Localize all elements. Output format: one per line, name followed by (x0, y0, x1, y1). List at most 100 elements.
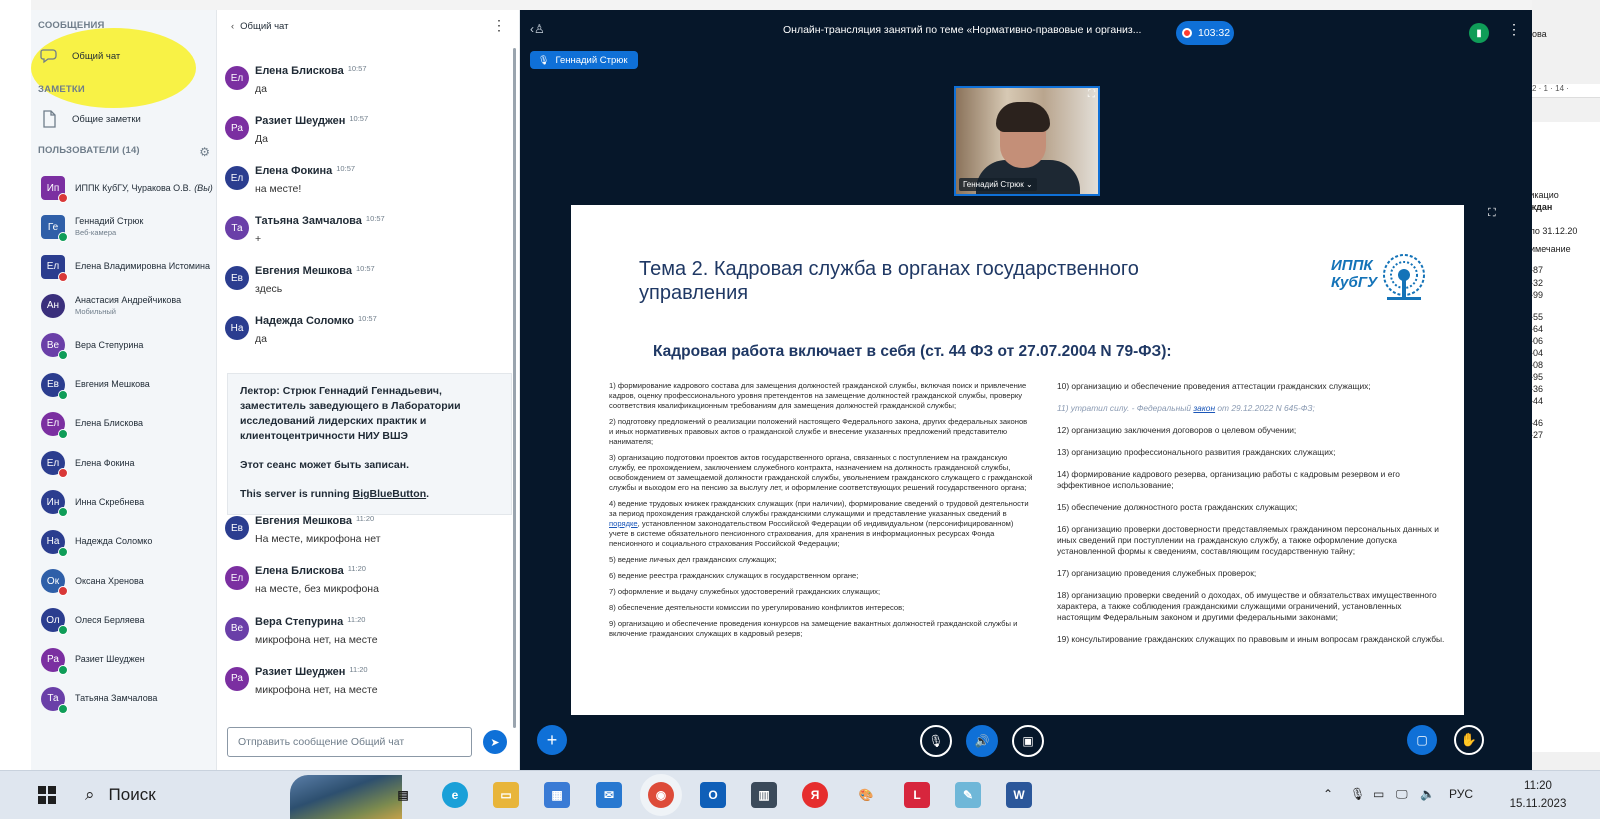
app-red-l-icon[interactable]: L (904, 782, 930, 808)
gear-icon[interactable]: ⚙ (199, 145, 210, 159)
slide-right-column: 10) организацию и обеспечение проведения… (1057, 381, 1447, 656)
user-list-item[interactable]: Та Татьяна Замчалова (41, 683, 213, 715)
user-list-item[interactable]: Ге Геннадий Стрюк Веб-камера (41, 211, 213, 243)
avatar-initials: Ел (230, 172, 244, 184)
author-name: Елена Фокина (255, 165, 333, 177)
user-list-item[interactable]: Ве Вера Степурина (41, 329, 213, 361)
user-name-block: Оксана Хренова (75, 576, 144, 587)
network-icon[interactable]: 🖵 (1396, 787, 1408, 802)
chat-message: На Надежда Соломко 10:57 да (225, 312, 505, 357)
user-list-item[interactable]: Ип ИППК КубГУ, Чуракова О.В. (Вы) (41, 172, 213, 204)
avatar: Ел (41, 254, 68, 282)
sidebar-item-label: Общий чат (72, 50, 121, 62)
message-time: 11:20 (355, 514, 375, 523)
presentation-toggle-button[interactable]: ▢ (1407, 725, 1437, 755)
avatar: Та (41, 686, 68, 714)
slide-link[interactable]: порядке (609, 519, 638, 528)
user-list-item[interactable]: Ра Разиет Шеуджен (41, 644, 213, 676)
webcam-name: Геннадий Стрюк (963, 180, 1024, 189)
avatar: Ел (225, 566, 249, 591)
fullscreen-icon[interactable]: ⛶ (1488, 207, 1496, 220)
user-list-item[interactable]: Ел Елена Владимировна Истомина (41, 251, 213, 283)
presentation-stage: ‹♙ Онлайн-трансляция занятий по теме «Но… (520, 10, 1532, 770)
user-list-item[interactable]: Ок Оксана Хренова (41, 565, 213, 597)
yandex-browser-icon[interactable]: Я (802, 782, 828, 808)
more-vertical-icon[interactable]: ⋮ (492, 17, 506, 34)
outlook-icon[interactable]: O (700, 782, 726, 808)
user-name-block: Надежда Соломко (75, 536, 152, 547)
document-icon (38, 110, 60, 128)
presentation-slide: Тема 2. Кадровая служба в органах госуда… (571, 205, 1464, 715)
author-name: Татьяна Замчалова (255, 215, 362, 227)
document-text: ой граждан (1532, 202, 1553, 212)
chat-scrollbar[interactable] (513, 48, 516, 728)
mute-button[interactable]: 🎙 (920, 725, 952, 757)
input-language[interactable]: РУС (1449, 787, 1473, 801)
taskbar-search[interactable]: ⌕ Поиск (73, 778, 403, 812)
chevron-up-icon[interactable]: ⌃ (1323, 787, 1333, 801)
audio-button[interactable]: 🔊 (966, 725, 998, 757)
recording-indicator[interactable]: 103:32 (1176, 21, 1234, 45)
meeting-title: Онлайн-трансляция занятий по теме «Норма… (783, 24, 1142, 36)
windows-start-icon[interactable] (38, 786, 56, 804)
user-list-item[interactable]: Ол Олеся Берляева (41, 604, 213, 636)
user-list-item[interactable]: На Надежда Соломко (41, 526, 213, 558)
user-list-item[interactable]: Ев Евгения Мешкова (41, 369, 213, 401)
microsoft-store-icon[interactable]: ▦ (544, 782, 570, 808)
sidebar-item-shared-notes[interactable]: Общие заметки (38, 108, 210, 130)
connection-status-icon[interactable]: ▮ (1469, 23, 1489, 43)
avatar-initials: Ип (46, 182, 60, 194)
edge-browser-icon[interactable]: e (442, 782, 468, 808)
user-list-item[interactable]: Ин Инна Скребнева (41, 486, 213, 518)
chrome-browser-icon[interactable]: ◉ (648, 782, 674, 808)
mail-icon[interactable]: ✉ (596, 782, 622, 808)
message-text: микрофона нет, на месте (255, 683, 378, 696)
app-notepad-icon[interactable]: ✎ (955, 782, 981, 808)
file-explorer-icon[interactable]: ▭ (493, 782, 519, 808)
user-status: Веб-камера (75, 228, 117, 238)
bigbluebutton-link[interactable]: BigBlueButton (353, 488, 427, 500)
actions-button[interactable]: + (537, 725, 567, 755)
recording-timer: 103:32 (1198, 27, 1231, 39)
chat-message: Ев Евгения Мешкова 10:57 здесь (225, 262, 505, 307)
user-name-block: Татьяна Замчалова (75, 693, 157, 704)
document-text: -08 (1532, 360, 1544, 370)
sidebar-item-public-chat[interactable]: Общий чат (38, 45, 210, 67)
avatar: Ге (41, 215, 68, 243)
raise-hand-button[interactable]: ✋ (1454, 725, 1484, 755)
webcam-name-label[interactable]: Геннадий Стрюк ⌄ (959, 178, 1037, 191)
user-list-item[interactable]: Ел Елена Фокина (41, 447, 213, 479)
user-list-item[interactable]: Ан Анастасия Андрейчикова Мобильный (41, 290, 213, 322)
avatar-initials: Ев (231, 522, 243, 534)
avatar-initials: Ра (231, 122, 243, 134)
word-icon[interactable]: W (1006, 782, 1032, 808)
send-button[interactable]: ➤ (483, 730, 507, 754)
task-view-icon[interactable]: ▤ (390, 782, 416, 808)
user-list-item[interactable]: Ел Елена Блискова (41, 408, 213, 440)
toggle-userlist-icon[interactable]: ‹♙ (530, 22, 545, 36)
user-name-block: Разиет Шеуджен (75, 654, 145, 665)
chat-message-input[interactable]: Отправить сообщение Общий чат (227, 727, 472, 757)
microphone-icon[interactable]: 🎙 (1350, 787, 1365, 801)
camera-button[interactable]: ▣ (1012, 725, 1044, 757)
author-name: Вера Степурина (255, 615, 344, 628)
chat-message: Ел Елена Фокина 10:57 на месте! (225, 162, 505, 207)
system-clock[interactable]: 11:20 15.11.2023 (1508, 777, 1568, 813)
fullscreen-icon[interactable]: ⛶ (1088, 89, 1095, 100)
battery-icon[interactable]: ▭ (1373, 787, 1384, 801)
document-text: -64 (1532, 324, 1544, 334)
microphone-muted-icon (58, 468, 68, 479)
calculator-icon[interactable]: ▥ (751, 782, 777, 808)
message-text: микрофона нет, на месте (255, 633, 378, 646)
slide-link[interactable]: закон (1193, 403, 1215, 413)
paint-icon[interactable]: 🎨 (853, 782, 879, 808)
slide-item: 17) организацию проведения служебных про… (1057, 568, 1257, 578)
webcam-video[interactable]: Геннадий Стрюк ⌄ ⛶ (954, 86, 1100, 196)
chevron-left-icon[interactable]: ‹ (231, 21, 234, 32)
avatar: Ра (41, 647, 68, 675)
author-name: Разиет Шеуджен (255, 665, 346, 678)
more-vertical-icon[interactable]: ⋮ (1507, 21, 1521, 38)
microphone-muted-icon (58, 193, 68, 203)
author-name: Елена Блискова (255, 65, 344, 77)
volume-icon[interactable]: 🔈 (1420, 787, 1435, 801)
